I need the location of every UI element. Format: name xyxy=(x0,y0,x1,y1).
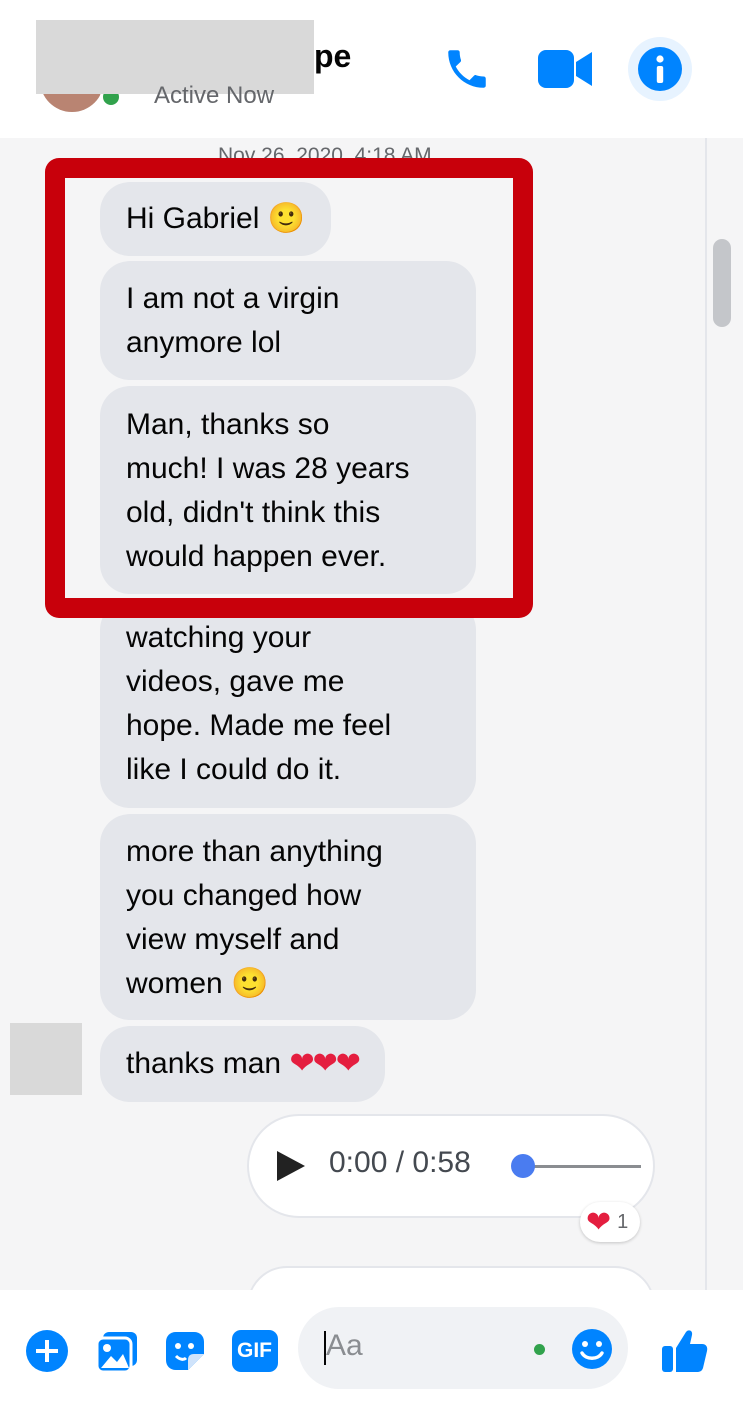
audio-seek-handle[interactable] xyxy=(511,1154,535,1178)
status-dot xyxy=(534,1344,545,1355)
message-input[interactable]: Aa xyxy=(298,1307,628,1389)
sticker-icon[interactable] xyxy=(162,1328,208,1379)
audio-seek-track[interactable] xyxy=(533,1165,641,1168)
message-line: women xyxy=(126,967,223,1000)
message-line: view myself and xyxy=(126,923,340,956)
message-bubble[interactable]: watching your videos, gave me hope. Made… xyxy=(100,600,476,808)
play-icon[interactable] xyxy=(273,1148,309,1184)
reaction-count: 1 xyxy=(617,1210,629,1233)
message-line: videos, gave me xyxy=(126,665,345,698)
heart-reaction-icon: ❤ xyxy=(586,1204,612,1240)
audio-time: 0:00 / 0:58 xyxy=(329,1146,471,1179)
video-camera-icon[interactable] xyxy=(538,46,592,97)
chat-header: pe Active Now xyxy=(0,0,743,139)
scrollbar-thumb[interactable] xyxy=(713,239,731,327)
message-text: thanks man xyxy=(126,1047,282,1080)
info-icon xyxy=(638,47,682,91)
message-composer: GIF Aa xyxy=(0,1290,743,1406)
info-button[interactable] xyxy=(628,37,692,101)
photo-icon[interactable] xyxy=(95,1328,141,1379)
gif-icon[interactable]: GIF xyxy=(232,1330,278,1377)
message-bubble[interactable]: more than anything you changed how view … xyxy=(100,814,476,1020)
phone-icon[interactable] xyxy=(442,44,492,99)
message-line: more than anything xyxy=(126,835,383,868)
plus-icon[interactable] xyxy=(26,1330,68,1377)
active-status: Active Now xyxy=(154,82,275,109)
message-bubble-partial xyxy=(247,1266,655,1290)
message-line: hope. Made me feel xyxy=(126,709,392,742)
message-line: like I could do it. xyxy=(126,753,342,786)
smile-emoji-icon: 🙂 xyxy=(231,966,269,1001)
heart-emoji-icon: ❤❤❤ xyxy=(289,1046,360,1081)
message-bubble[interactable]: thanks man ❤❤❤ xyxy=(100,1026,385,1102)
thumbs-up-icon[interactable] xyxy=(660,1326,708,1379)
emoji-icon[interactable] xyxy=(571,1328,613,1375)
gif-label: GIF xyxy=(237,1339,272,1362)
message-line: you changed how xyxy=(126,879,362,912)
contact-name[interactable]: pe xyxy=(314,38,351,75)
input-placeholder: Aa xyxy=(326,1329,363,1362)
message-line: watching your xyxy=(126,621,312,654)
message-reaction[interactable]: ❤ 1 xyxy=(580,1202,641,1242)
scroll-track xyxy=(705,138,707,1290)
redacted-avatar xyxy=(10,1023,82,1095)
highlight-box xyxy=(45,158,533,618)
